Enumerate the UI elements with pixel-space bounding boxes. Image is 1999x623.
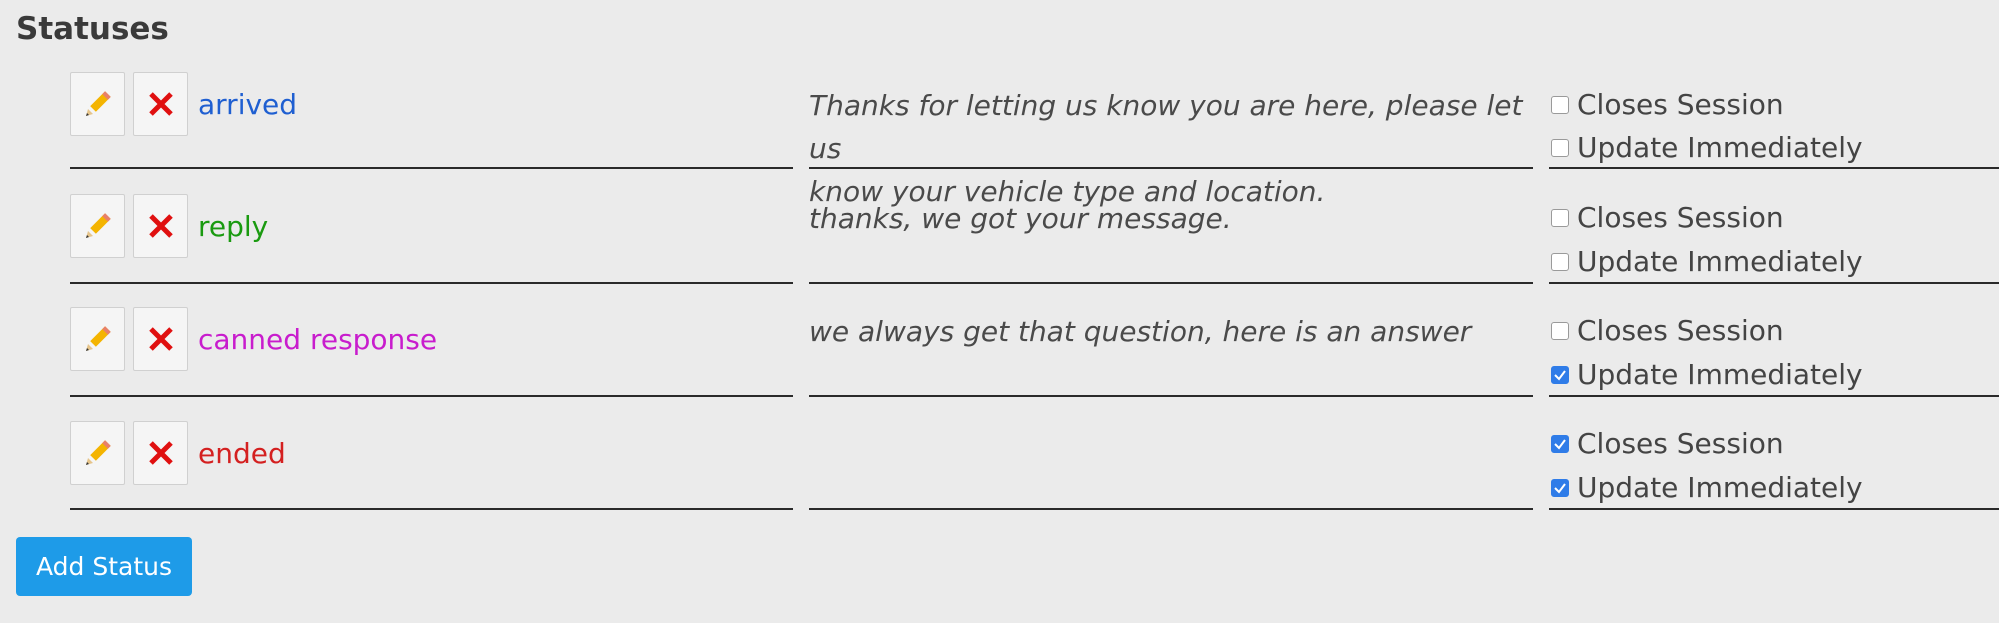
closes-session-checkbox[interactable] [1551,435,1569,453]
close-x-icon [148,92,173,116]
status-options-cell: Closes Session Update Immediately [1549,194,1999,284]
closes-session-checkbox[interactable] [1551,322,1569,340]
update-immediately-option[interactable]: Update Immediately [1549,358,1863,392]
closes-session-option[interactable]: Closes Session [1549,427,1784,461]
status-name-cell: reply [70,194,793,284]
update-immediately-label: Update Immediately [1577,131,1863,164]
status-options-cell: Closes Session Update Immediately [1549,421,1999,510]
closes-session-label: Closes Session [1577,88,1784,121]
status-options-cell: Closes Session Update Immediately [1549,72,1999,169]
close-x-icon [148,441,173,465]
status-name-cell: canned response [70,307,793,397]
status-options-cell: Closes Session Update Immediately [1549,307,1999,397]
pencil-icon [85,91,111,116]
status-message-cell [809,421,1533,510]
update-immediately-label: Update Immediately [1577,471,1863,504]
closes-session-option[interactable]: Closes Session [1549,201,1784,235]
close-x-icon [148,214,173,238]
update-immediately-label: Update Immediately [1577,358,1863,391]
update-immediately-checkbox[interactable] [1551,366,1569,384]
update-immediately-checkbox[interactable] [1551,479,1569,497]
status-message-cell: we always get that question, here is an … [809,307,1533,397]
update-immediately-option[interactable]: Update Immediately [1549,245,1863,279]
update-immediately-checkbox[interactable] [1551,139,1569,157]
delete-status-button[interactable] [133,194,188,258]
add-status-button[interactable]: Add Status [16,537,192,596]
closes-session-checkbox[interactable] [1551,96,1569,114]
status-name[interactable]: reply [198,210,268,244]
pencil-icon [85,213,111,238]
pencil-icon [85,440,111,465]
closes-session-checkbox[interactable] [1551,209,1569,227]
closes-session-label: Closes Session [1577,427,1784,460]
edit-status-button[interactable] [70,72,125,136]
status-name[interactable]: arrived [198,88,297,122]
status-message: we always get that question, here is an … [809,315,1472,348]
closes-session-option[interactable]: Closes Session [1549,88,1784,122]
close-x-icon [148,327,173,351]
status-name[interactable]: ended [198,437,286,471]
status-name[interactable]: canned response [198,323,437,357]
edit-status-button[interactable] [70,194,125,258]
status-message-cell: Thanks for letting us know you are here,… [809,72,1533,208]
update-immediately-checkbox[interactable] [1551,253,1569,271]
delete-status-button[interactable] [133,307,188,371]
delete-status-button[interactable] [133,72,188,136]
status-message: thanks, we got your message. [809,202,1232,235]
closes-session-option[interactable]: Closes Session [1549,314,1784,348]
edit-status-button[interactable] [70,421,125,485]
status-name-cell: arrived [70,72,793,169]
delete-status-button[interactable] [133,421,188,485]
closes-session-label: Closes Session [1577,201,1784,234]
update-immediately-option[interactable]: Update Immediately [1549,131,1863,165]
update-immediately-option[interactable]: Update Immediately [1549,471,1863,505]
page-title: Statuses [16,11,169,47]
closes-session-label: Closes Session [1577,314,1784,347]
status-name-cell: ended [70,421,793,510]
status-message-cell: thanks, we got your message. [809,194,1533,284]
pencil-icon [85,326,111,351]
edit-status-button[interactable] [70,307,125,371]
update-immediately-label: Update Immediately [1577,245,1863,278]
